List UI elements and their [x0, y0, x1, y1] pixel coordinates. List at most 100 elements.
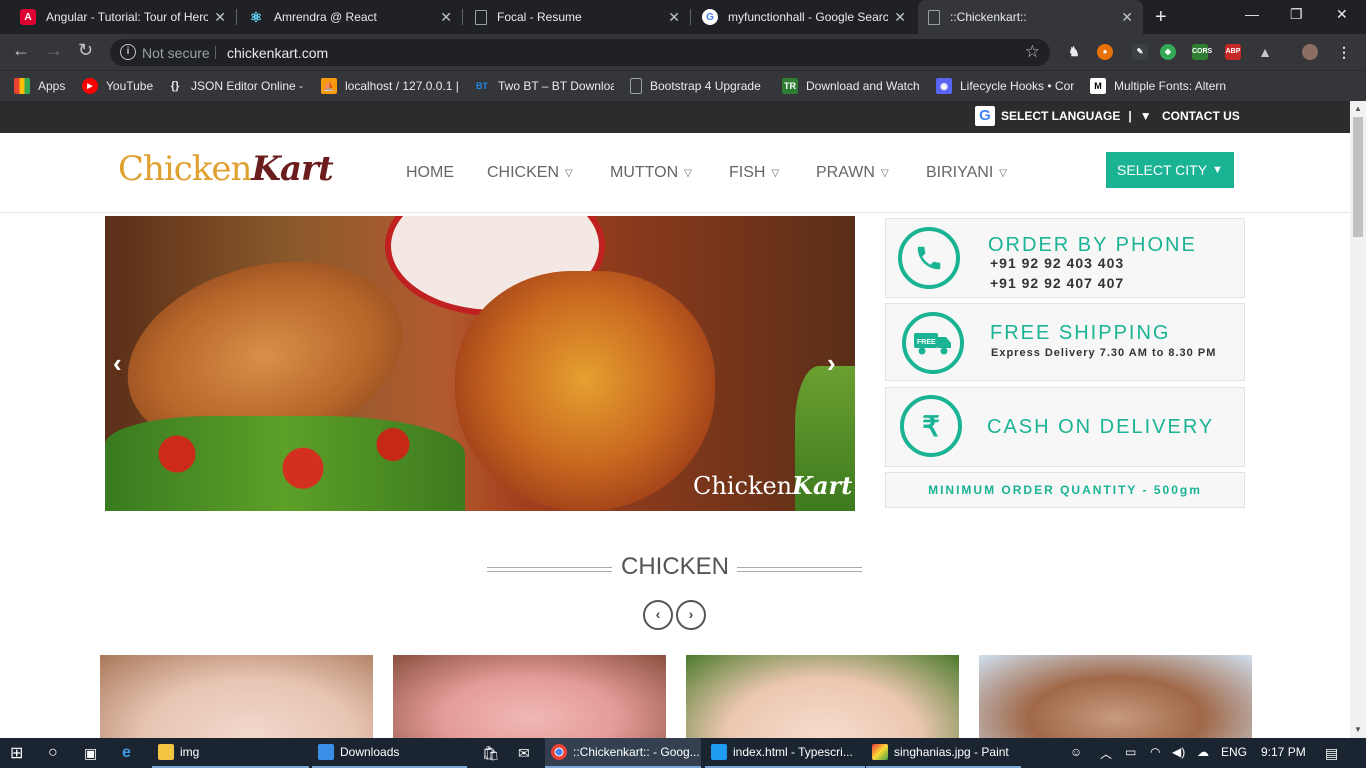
notification-icon[interactable]: ▤ [1325, 745, 1338, 762]
taskbar-item-vscode[interactable]: index.html - Typescri... [705, 738, 865, 768]
slider-next-button[interactable]: › [827, 348, 836, 379]
contact-us-link[interactable]: CONTACT US [1162, 109, 1240, 123]
angular-icon: A [20, 9, 36, 25]
phone-number-2[interactable]: +91 92 92 407 407 [990, 275, 1124, 291]
url-text[interactable]: chickenkart.com [227, 45, 328, 61]
extension-icon[interactable]: ♞ [1066, 44, 1082, 60]
bookmark-localhost[interactable]: ⛵ localhost / 127.0.0.1 | [321, 78, 461, 94]
drive-icon[interactable]: ▲ [1257, 44, 1273, 60]
browser-tab-strip: A Angular - Tutorial: Tour of Hero ✕ ⚛ A… [0, 0, 1366, 34]
bookmark-star-icon[interactable]: ☆ [1025, 42, 1040, 62]
store-icon[interactable]: 🛍 [476, 738, 498, 768]
mail-icon[interactable]: ✉ [512, 738, 536, 768]
phone-icon [898, 227, 960, 289]
new-tab-button[interactable]: + [1155, 6, 1167, 29]
taskbar-item-downloads[interactable]: Downloads [312, 738, 467, 768]
forward-button[interactable]: → [45, 40, 63, 61]
start-button[interactable]: ⊞ [4, 738, 34, 768]
bookmark-download-watch[interactable]: TR Download and Watch [782, 78, 922, 94]
menu-icon[interactable]: ⋮ [1336, 44, 1352, 60]
extension-icon[interactable]: ◆ [1160, 44, 1176, 60]
truck-icon: FREE [902, 312, 964, 374]
close-icon[interactable]: ✕ [668, 9, 680, 26]
taskbar-item-paint[interactable]: singhanias.jpg - Paint [866, 738, 1021, 768]
task-view-icon[interactable]: ▣ [78, 738, 106, 768]
slider-prev-button[interactable]: ‹ [113, 348, 122, 379]
product-card-image[interactable] [686, 655, 959, 738]
bookmark-apps[interactable]: Apps [14, 78, 72, 94]
clock[interactable]: 9:17 PM [1261, 745, 1306, 759]
carousel-next-button[interactable]: › [676, 600, 706, 630]
scroll-up-arrow[interactable]: ▲ [1354, 104, 1362, 113]
window-close-button[interactable]: ✕ [1336, 6, 1348, 23]
tab-focal-resume[interactable]: Focal - Resume ✕ [465, 0, 690, 34]
phone-number-1[interactable]: +91 92 92 403 403 [990, 255, 1124, 271]
reload-button[interactable]: ↻ [78, 40, 93, 61]
bookmark-json-editor[interactable]: {} JSON Editor Online - [167, 78, 305, 94]
product-card-image[interactable] [979, 655, 1252, 738]
edge-icon[interactable]: e [116, 738, 146, 768]
back-button[interactable]: ← [12, 40, 30, 61]
extension-icon[interactable]: ✎ [1132, 44, 1148, 60]
bookmark-lifecycle-hooks[interactable]: ◉ Lifecycle Hooks • Cor [936, 78, 1076, 94]
close-icon[interactable]: ✕ [440, 9, 452, 26]
divider [737, 567, 862, 572]
taskbar-label: img [180, 745, 200, 759]
onedrive-icon[interactable]: ☁ [1197, 745, 1209, 759]
adblock-extension-icon[interactable]: ABP [1225, 44, 1241, 60]
page-viewport: G SELECT LANGUAGE | ▼ CONTACT US Chicken… [0, 101, 1366, 738]
taskbar-item-chrome[interactable]: ::Chickenkart:: - Goog... [545, 738, 701, 768]
nav-fish[interactable]: FISH ▽ [729, 164, 779, 182]
close-icon[interactable]: ✕ [894, 9, 906, 26]
vscode-icon [711, 744, 727, 760]
bookmark-bootstrap[interactable]: Bootstrap 4 Upgrade [630, 78, 767, 94]
medium-icon: M [1090, 78, 1106, 94]
product-card-image[interactable] [393, 655, 666, 738]
chrome-icon [551, 744, 567, 760]
people-icon[interactable]: ☺ [1070, 745, 1082, 759]
bookmark-multiple-fonts[interactable]: M Multiple Fonts: Altern [1090, 78, 1230, 94]
close-icon[interactable]: ✕ [1121, 9, 1133, 26]
nav-mutton[interactable]: MUTTON ▽ [610, 164, 692, 182]
tab-label: Angular - Tutorial: Tour of Hero [46, 10, 209, 24]
site-logo[interactable]: ChickenKart [118, 149, 334, 189]
wifi-icon[interactable]: ◠ [1150, 745, 1160, 759]
bookmark-two-bt[interactable]: BT Two BT – BT Downloa [474, 78, 614, 94]
tab-chickenkart[interactable]: ::Chickenkart:: ✕ [918, 0, 1143, 34]
slider-watermark: ChickenKart [693, 471, 853, 500]
nav-chicken[interactable]: CHICKEN ▽ [487, 164, 573, 182]
tray-expand-icon[interactable]: ︿ [1100, 745, 1112, 762]
minimize-button[interactable]: — [1245, 6, 1259, 22]
select-language-label: SELECT LANGUAGE [1001, 109, 1121, 123]
volume-icon[interactable]: ◀) [1172, 745, 1185, 759]
nav-prawn[interactable]: PRAWN ▽ [816, 164, 889, 182]
tab-angular[interactable]: A Angular - Tutorial: Tour of Hero ✕ [10, 0, 236, 34]
address-bar[interactable]: i Not secure chickenkart.com ☆ [110, 39, 1050, 66]
language-indicator[interactable]: ENG [1221, 745, 1247, 759]
info-icon[interactable]: i [120, 44, 136, 60]
select-city-button[interactable]: SELECT CITY ▼ [1106, 152, 1234, 188]
taskbar-label: Downloads [340, 745, 400, 759]
battery-icon[interactable]: ▭ [1125, 745, 1136, 759]
search-icon[interactable]: ○ [42, 738, 70, 768]
carousel-prev-button[interactable]: ‹ [643, 600, 673, 630]
security-label: Not secure [142, 45, 210, 61]
nav-home[interactable]: HOME [406, 164, 454, 182]
close-icon[interactable]: ✕ [214, 9, 226, 26]
tab-label: myfunctionhall - Google Searc [728, 10, 889, 24]
restore-button[interactable]: ❐ [1290, 6, 1303, 23]
cash-on-delivery-title: CASH ON DELIVERY [987, 416, 1215, 438]
scroll-thumb[interactable] [1353, 117, 1363, 237]
taskbar-item-img[interactable]: img [152, 738, 309, 768]
bookmark-youtube[interactable]: ▶ YouTube [82, 78, 157, 94]
product-card-image[interactable] [100, 655, 373, 738]
scroll-down-arrow[interactable]: ▼ [1354, 725, 1362, 734]
tab-react[interactable]: ⚛ Amrendra @ React ✕ [238, 0, 462, 34]
nav-biriyani[interactable]: BIRIYANI ▽ [926, 164, 1007, 182]
profile-avatar[interactable] [1302, 44, 1318, 60]
tab-google-search[interactable]: G myfunctionhall - Google Searc ✕ [692, 0, 916, 34]
extension-icon[interactable]: ● [1097, 44, 1113, 60]
page-scrollbar[interactable]: ▲ ▼ [1350, 101, 1366, 738]
select-language-dropdown[interactable]: G SELECT LANGUAGE | ▼ [975, 106, 1152, 126]
cors-extension-icon[interactable]: CORS [1192, 44, 1212, 60]
